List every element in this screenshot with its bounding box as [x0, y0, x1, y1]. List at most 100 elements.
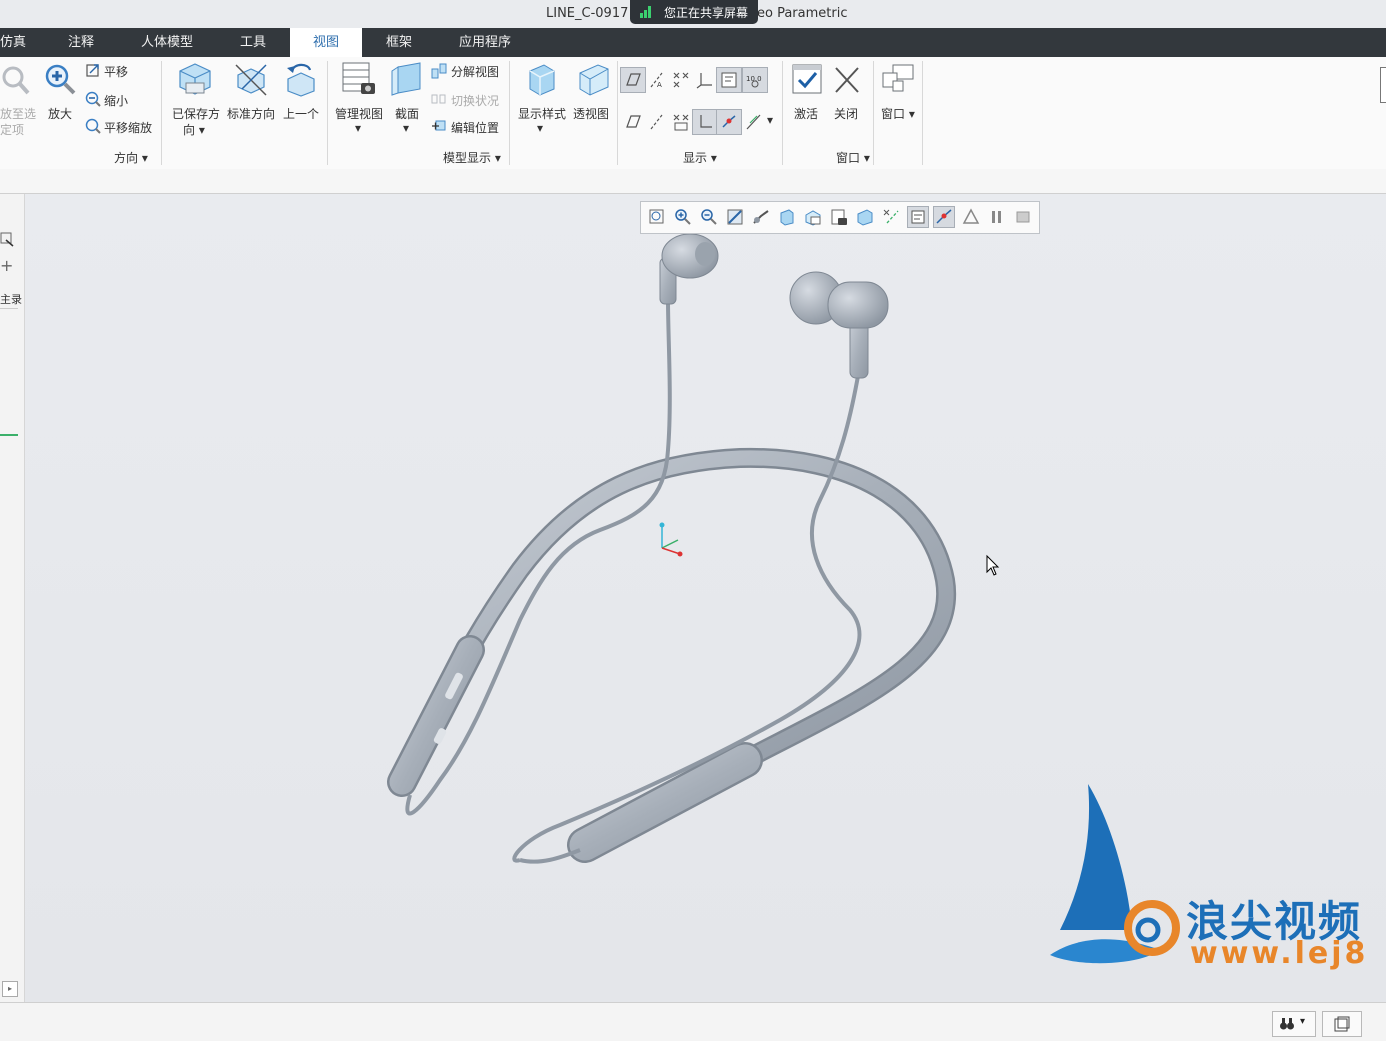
view-manager-camera-icon[interactable] [829, 207, 849, 227]
standard-orientation-button[interactable]: 标准方向 [227, 105, 275, 122]
spin-center-toolbar-icon[interactable] [933, 206, 955, 228]
point-tag-icon [673, 114, 689, 131]
tree-tab-label[interactable]: 主录 [0, 291, 22, 307]
graphics-subbar [0, 169, 1386, 194]
dimension-display-icon: 10.0 [746, 75, 762, 88]
pan-button[interactable]: 平移 [104, 63, 128, 80]
ribbon-panel: 放至选 定项 放大 平移 缩小 平移缩放 已保存方 向 ▾ 标准方向 上一个 方… [0, 57, 1386, 170]
datum-plane-icon [626, 73, 641, 86]
zoom-in-button[interactable]: 放大 [48, 105, 72, 122]
annotation-toggle-toolbar-icon[interactable] [907, 206, 929, 228]
show-dropdown-arrow[interactable]: ▾ [767, 113, 773, 127]
standard-orientation-icon [235, 64, 267, 96]
zoom-to-selected-button[interactable]: 放至选 [0, 105, 36, 122]
window-title-left: LINE_C-0917 [546, 6, 629, 21]
manage-views-icon [342, 62, 375, 94]
stop-regen-icon[interactable] [1013, 207, 1033, 227]
coordinate-system-icon [696, 73, 712, 89]
pause-icon[interactable] [987, 207, 1007, 227]
tab-framework[interactable]: 框架 [374, 28, 424, 57]
perspective-view-icon [579, 64, 609, 96]
model-tree-panel: + 主录 ▸ [0, 194, 25, 1002]
window-group-label[interactable]: 窗口 ▾ [836, 149, 870, 166]
triad-x-axis [661, 547, 681, 555]
zoom-out-toolbar-icon[interactable] [699, 207, 719, 227]
pan-zoom-button[interactable]: 平移缩放 [104, 119, 152, 136]
tab-manikin[interactable]: 人体模型 [134, 28, 200, 57]
tab-simulation[interactable]: 仿真 [0, 28, 26, 57]
window-title-right: eo Parametric [757, 6, 848, 21]
model-display-group-label[interactable]: 模型显示 ▾ [443, 149, 501, 166]
mouse-pointer [986, 554, 1000, 576]
annotation-display-icon [721, 72, 737, 88]
in-graphics-toolbar [640, 201, 1040, 234]
saved-orientations-toolbar-icon[interactable] [777, 207, 797, 227]
explode-view-button[interactable]: 分解视图 [451, 63, 499, 80]
display-style-dropdown-arrow[interactable]: ▾ [537, 121, 543, 135]
toggle-status-icon [431, 94, 446, 104]
perspective-toolbar-icon[interactable] [855, 207, 875, 227]
manage-views-button[interactable]: 管理视图 [335, 105, 383, 122]
screen-share-indicator[interactable]: 您正在共享屏幕 [630, 0, 758, 24]
previous-view-button[interactable]: 上一个 [283, 105, 319, 122]
find-dropdown-arrow[interactable]: ▾ [1300, 1016, 1305, 1027]
simulation-display-icon[interactable] [961, 207, 981, 227]
close-window-icon [835, 67, 859, 93]
pan-icon [86, 64, 99, 77]
status-bar: ▾ [0, 1002, 1386, 1041]
plane-tag-icon [626, 115, 641, 128]
zoom-out-button[interactable]: 缩小 [104, 92, 128, 109]
saved-orientations-label-2: 向 ▾ [183, 123, 205, 137]
section-dropdown-arrow[interactable]: ▾ [403, 121, 409, 135]
close-window-button[interactable]: 关闭 [834, 105, 858, 122]
tree-scroll-right-button[interactable]: ▸ [2, 981, 18, 997]
windows-button[interactable]: 窗口 ▾ [881, 105, 915, 122]
share-notice-text: 您正在共享屏幕 [664, 6, 749, 20]
orientation-group-label[interactable]: 方向 ▾ [114, 149, 148, 166]
refit-icon[interactable] [647, 207, 667, 227]
tree-add-icon[interactable]: + [0, 256, 13, 275]
tab-applications[interactable]: 应用程序 [448, 28, 522, 57]
group-divider [509, 61, 510, 165]
saved-orientations-button[interactable]: 已保存方 [172, 105, 220, 122]
csys-tag-icon [700, 115, 712, 128]
tab-annotate[interactable]: 注释 [58, 28, 104, 57]
ribbon-tab-bar: 仿真 注释 人体模型 工具 视图 框架 应用程序 [0, 28, 1386, 57]
graphics-viewport[interactable]: 浪尖视频 www.lej8 [25, 194, 1386, 1002]
tab-tools[interactable]: 工具 [228, 28, 278, 57]
manage-views-dropdown-arrow[interactable]: ▾ [355, 121, 361, 135]
repaint-icon[interactable] [725, 207, 745, 227]
headset-model[interactable] [25, 194, 1386, 1002]
selection-filter-button[interactable] [1322, 1011, 1362, 1037]
explode-view-icon [431, 63, 447, 79]
tree-divider [0, 308, 18, 309]
tab-view[interactable]: 视图 [290, 28, 362, 57]
svg-text:A: A [657, 81, 662, 89]
zoom-in-toolbar-icon[interactable] [673, 207, 693, 227]
display-style-icon [529, 64, 555, 96]
ribbon-overflow-handle[interactable] [1380, 67, 1386, 103]
datum-axis-icon: A [650, 72, 663, 89]
section-button[interactable]: 截面 [395, 105, 419, 122]
display-style-button[interactable]: 显示样式 [518, 105, 566, 122]
group-divider [922, 61, 923, 165]
toggle-status-button[interactable]: 切换状况 [451, 92, 499, 109]
activate-window-icon [792, 64, 822, 94]
perspective-view-button[interactable]: 透视图 [573, 105, 609, 122]
tree-filter-icon[interactable] [0, 232, 16, 248]
datum-display-filters-icon[interactable] [881, 207, 901, 227]
selection-box-icon [1334, 1016, 1350, 1032]
triad-z-axis [661, 539, 679, 549]
binoculars-icon [1280, 1018, 1294, 1030]
group-divider [782, 61, 783, 165]
activate-window-button[interactable]: 激活 [794, 105, 818, 122]
right-earbud [827, 281, 889, 329]
view-manager-toolbar-icon[interactable] [803, 207, 823, 227]
datum-point-icon [673, 72, 689, 88]
display-style-toolbar-icon[interactable] [751, 207, 771, 227]
find-button[interactable]: ▾ [1272, 1011, 1316, 1037]
windows-icon [882, 64, 914, 92]
title-bar: LINE_C-0917 eo Parametric 您正在共享屏幕 [0, 0, 1386, 28]
show-group-label[interactable]: 显示 ▾ [683, 149, 717, 166]
edit-position-button[interactable]: 编辑位置 [451, 119, 499, 136]
